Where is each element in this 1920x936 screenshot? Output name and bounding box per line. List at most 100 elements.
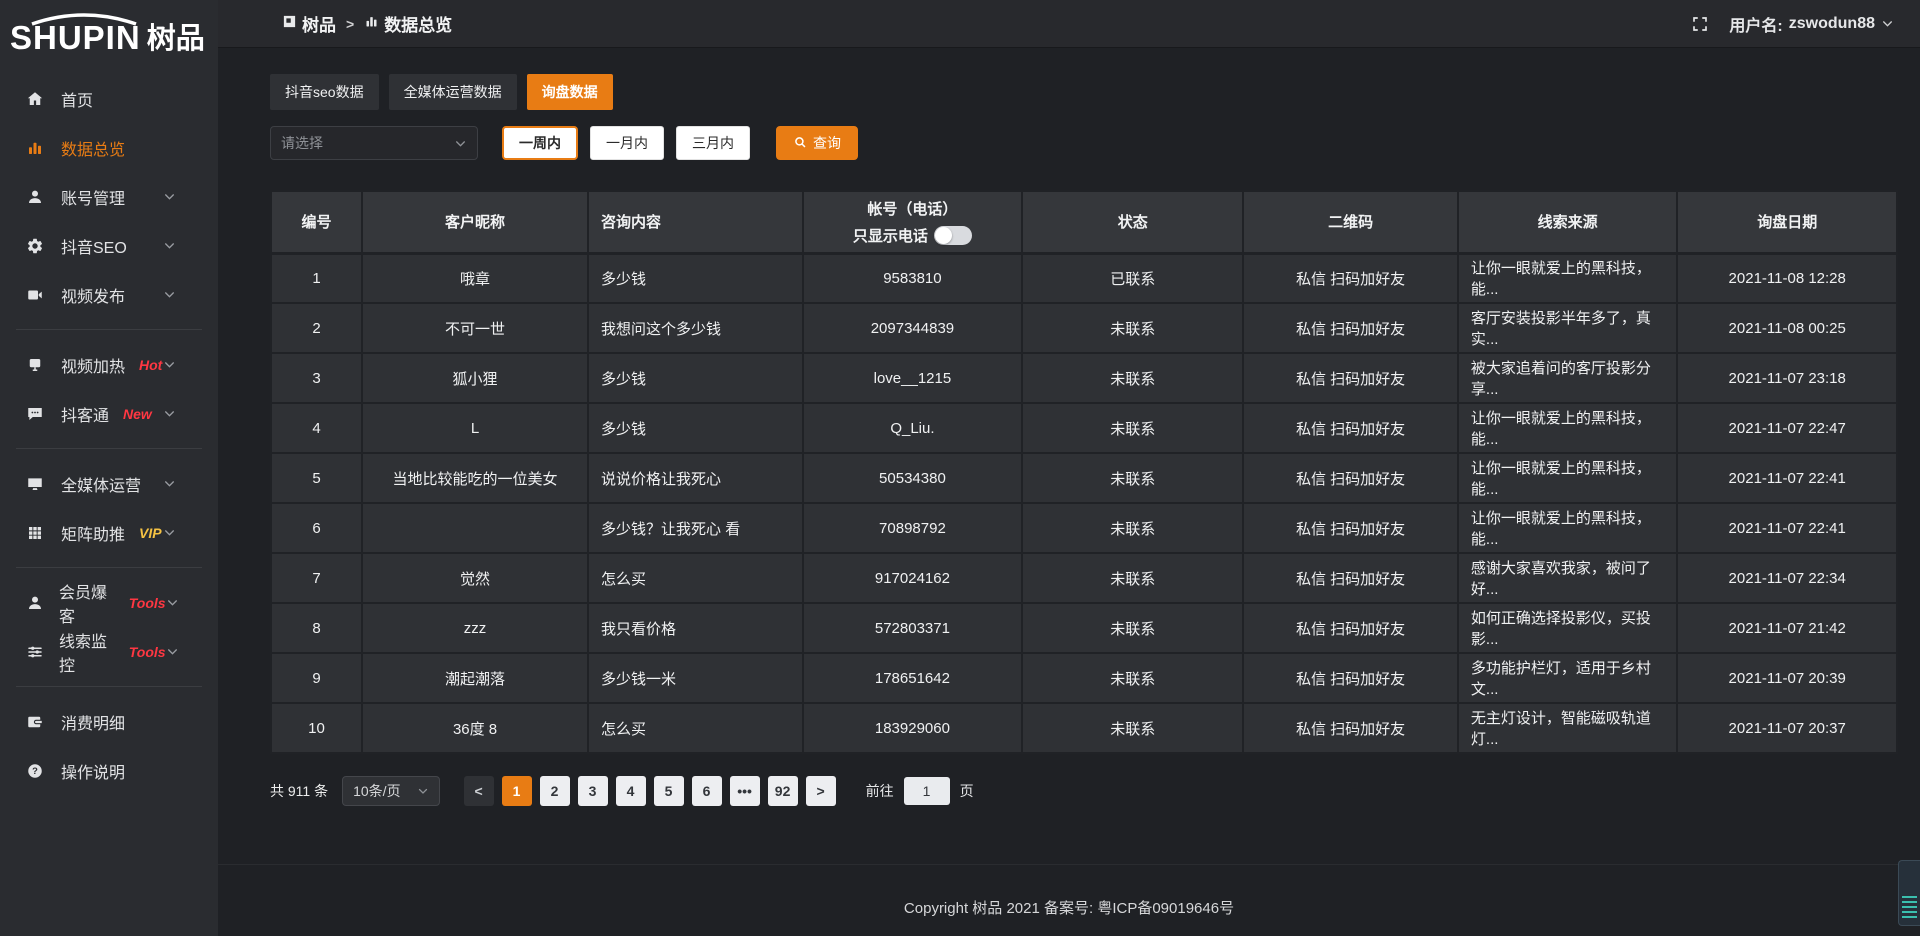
row-status: 未联系 — [1022, 353, 1243, 403]
row-date: 2021-11-07 23:18 — [1677, 353, 1897, 403]
row-source[interactable]: 让你一眼就爱上的黑科技，能... — [1458, 253, 1678, 303]
row-qr-actions[interactable]: 私信 扫码加好友 — [1243, 453, 1458, 503]
heat-icon — [26, 356, 46, 374]
floating-widget[interactable] — [1898, 860, 1920, 926]
svg-text:?: ? — [32, 766, 38, 776]
pagination: 共 911 条 10条/页 <123456•••92> 前往 页 — [270, 776, 1898, 806]
username-value: zswodun88 — [1789, 15, 1875, 33]
sidebar-item-operation-guide[interactable]: ?操作说明 — [0, 746, 218, 795]
range-button-quarter[interactable]: 三月内 — [676, 126, 750, 160]
goto-label: 前往 — [866, 781, 894, 801]
row-qr-actions[interactable]: 私信 扫码加好友 — [1243, 403, 1458, 453]
sidebar-item-consumption-detail[interactable]: 消费明细 — [0, 697, 218, 746]
row-qr-actions[interactable]: 私信 扫码加好友 — [1243, 653, 1458, 703]
row-nickname: 潮起潮落 — [362, 653, 588, 703]
user-icon — [26, 188, 46, 206]
phone-only-toggle[interactable] — [934, 226, 972, 245]
tab-inquiry-data[interactable]: 询盘数据 — [527, 74, 613, 110]
row-source[interactable]: 客厅安装投影半年多了，真实... — [1458, 303, 1678, 353]
range-button-week[interactable]: 一周内 — [502, 126, 578, 160]
page-button-4[interactable]: 4 — [616, 776, 646, 806]
page-button-3[interactable]: 3 — [578, 776, 608, 806]
table-header-row: 编号 客户昵称 咨询内容 帐号（电话） 只显示电话 状态 二维码 线索来源 — [271, 191, 1897, 253]
row-qr-actions[interactable]: 私信 扫码加好友 — [1243, 703, 1458, 753]
sidebar-item-omni-media[interactable]: 全媒体运营 — [0, 459, 218, 508]
table-row: 9潮起潮落多少钱一米178651642未联系私信 扫码加好友多功能护栏灯，适用于… — [271, 653, 1897, 703]
tab-omni-media-data[interactable]: 全媒体运营数据 — [389, 74, 517, 110]
row-date: 2021-11-07 22:47 — [1677, 403, 1897, 453]
sidebar-item-douketong[interactable]: 抖客通New — [0, 389, 218, 438]
sidebar-item-douyin-seo[interactable]: 抖音SEO — [0, 221, 218, 270]
grid-icon — [26, 524, 46, 542]
page-ellipsis-button[interactable]: ••• — [730, 776, 760, 806]
row-source[interactable]: 让你一眼就爱上的黑科技，能... — [1458, 503, 1678, 553]
chevron-down-icon — [163, 477, 183, 490]
chevron-down-icon — [163, 288, 183, 301]
row-no: 5 — [271, 453, 362, 503]
sidebar-item-label: 账号管理 — [61, 185, 125, 209]
sidebar-item-video-heat[interactable]: 视频加热Hot — [0, 340, 218, 389]
page-button-6[interactable]: 6 — [692, 776, 722, 806]
fullscreen-icon[interactable] — [1691, 15, 1709, 33]
row-source[interactable]: 无主灯设计，智能磁吸轨道灯... — [1458, 703, 1678, 753]
row-source[interactable]: 让你一眼就爱上的黑科技，能... — [1458, 403, 1678, 453]
sidebar-item-account-management[interactable]: 账号管理 — [0, 172, 218, 221]
tab-douyin-seo-data[interactable]: 抖音seo数据 — [270, 74, 379, 110]
prev-page-button[interactable]: < — [464, 776, 494, 806]
row-status: 未联系 — [1022, 453, 1243, 503]
sidebar-item-lead-monitor[interactable]: 线索监控Tools — [0, 627, 218, 676]
page-button-2[interactable]: 2 — [540, 776, 570, 806]
page-button-5[interactable]: 5 — [654, 776, 684, 806]
col-nickname: 客户昵称 — [362, 191, 588, 253]
row-source[interactable]: 让你一眼就爱上的黑科技，能... — [1458, 453, 1678, 503]
range-button-month[interactable]: 一月内 — [590, 126, 664, 160]
table-row: 4L多少钱Q_Liu.未联系私信 扫码加好友让你一眼就爱上的黑科技，能...20… — [271, 403, 1897, 453]
next-page-button[interactable]: > — [806, 776, 836, 806]
breadcrumb-item-shupin[interactable]: 树品 — [282, 11, 336, 36]
page-button-92[interactable]: 92 — [768, 776, 798, 806]
sidebar-item-label: 矩阵助推 — [61, 521, 125, 545]
tabs: 抖音seo数据全媒体运营数据询盘数据 — [270, 74, 1898, 110]
breadcrumb: 树品 > 数据总览 — [282, 11, 452, 36]
row-content: 多少钱 — [588, 353, 803, 403]
row-qr-actions[interactable]: 私信 扫码加好友 — [1243, 503, 1458, 553]
row-qr-actions[interactable]: 私信 扫码加好友 — [1243, 553, 1458, 603]
table-body: 1哦章多少钱9583810已联系私信 扫码加好友让你一眼就爱上的黑科技，能...… — [271, 253, 1897, 753]
sidebar-item-badge: Hot — [139, 357, 162, 373]
content: 抖音seo数据全媒体运营数据询盘数据 请选择 一周内一月内三月内 查询 — [218, 48, 1920, 806]
row-qr-actions[interactable]: 私信 扫码加好友 — [1243, 353, 1458, 403]
sidebar-item-data-overview[interactable]: 数据总览 — [0, 123, 218, 172]
row-qr-actions[interactable]: 私信 扫码加好友 — [1243, 303, 1458, 353]
row-source[interactable]: 被大家追着问的客厅投影分享... — [1458, 353, 1678, 403]
breadcrumb-separator: > — [346, 16, 354, 32]
sidebar-divider — [16, 329, 202, 330]
row-qr-actions[interactable]: 私信 扫码加好友 — [1243, 603, 1458, 653]
row-source[interactable]: 多功能护栏灯，适用于乡村文... — [1458, 653, 1678, 703]
table-row: 8zzz我只看价格572803371未联系私信 扫码加好友如何正确选择投影仪，买… — [271, 603, 1897, 653]
sidebar-item-video-publish[interactable]: 视频发布 — [0, 270, 218, 319]
page-list: <123456 ••• 92 > — [464, 776, 836, 806]
goto-page-input[interactable] — [904, 777, 950, 805]
page-size-select[interactable]: 10条/页 — [342, 776, 439, 806]
sidebar-divider — [16, 448, 202, 449]
query-button[interactable]: 查询 — [776, 126, 858, 160]
sidebar-item-label: 会员爆客 — [59, 579, 115, 627]
row-source[interactable]: 感谢大家喜欢我家，被问了好... — [1458, 553, 1678, 603]
row-account: 183929060 — [803, 703, 1023, 753]
page-button-1[interactable]: 1 — [502, 776, 532, 806]
row-content: 多少钱 — [588, 403, 803, 453]
logo-text-cn: 树品 — [147, 25, 205, 54]
sidebar-item-label: 数据总览 — [61, 136, 125, 160]
row-content: 说说价格让我死心 — [588, 453, 803, 503]
chevron-down-icon — [163, 526, 183, 539]
row-qr-actions[interactable]: 私信 扫码加好友 — [1243, 253, 1458, 303]
sidebar-item-member-baoke[interactable]: 会员爆客Tools — [0, 578, 218, 627]
row-source[interactable]: 如何正确选择投影仪，买投影... — [1458, 603, 1678, 653]
sidebar-item-home[interactable]: 首页 — [0, 74, 218, 123]
topbar: 树品 > 数据总览 用户名: zswodun88 — [218, 0, 1920, 48]
user-menu[interactable]: 用户名: zswodun88 — [1729, 12, 1894, 36]
username-label: 用户名: — [1729, 12, 1782, 36]
sidebar-item-matrix-boost[interactable]: 矩阵助推VIP — [0, 508, 218, 557]
account-select[interactable]: 请选择 — [270, 126, 478, 160]
app-logo[interactable]: SHUPIN 树品 — [0, 0, 218, 60]
